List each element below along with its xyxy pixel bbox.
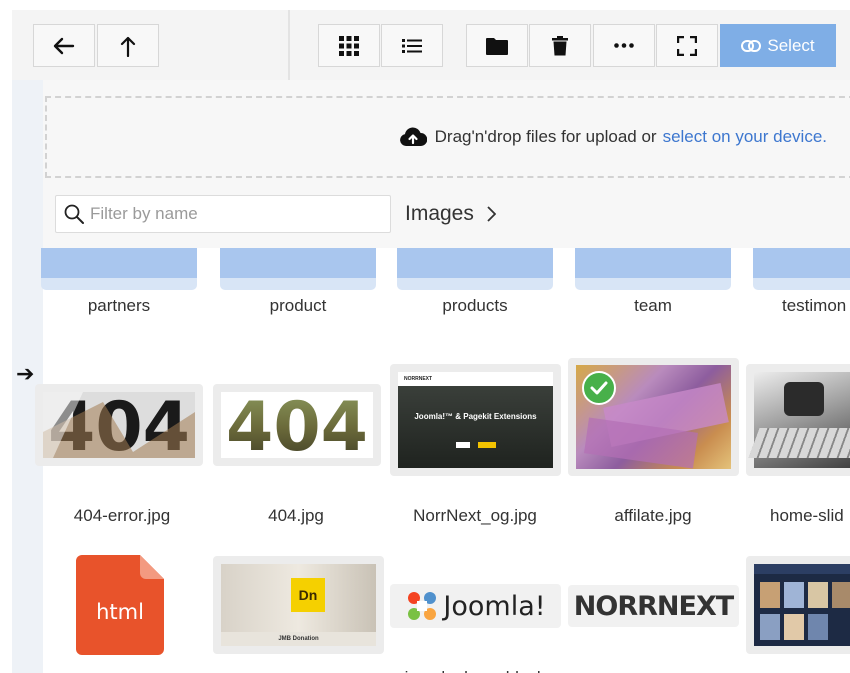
image-tile[interactable]: NORRNEXT Joomla!™ & Pagekit Extensions	[390, 364, 561, 476]
select-button-label: Select	[767, 35, 815, 55]
folder-tile[interactable]	[41, 248, 197, 302]
back-button[interactable]	[33, 24, 95, 67]
media-manager: Select Drag'n'drop files for upload or s…	[12, 10, 850, 673]
filter-box[interactable]	[55, 195, 391, 233]
more-icon	[614, 43, 634, 48]
toolbar-divider	[288, 10, 290, 80]
image-tile[interactable]	[568, 358, 739, 476]
image-thumbnail: Joomla!	[405, 589, 546, 623]
folder-shape	[753, 248, 850, 290]
filter-input[interactable]	[90, 204, 370, 224]
grid-view-button[interactable]	[318, 24, 380, 67]
thumb-caption: JMB Donation	[221, 632, 376, 646]
folder-shape	[397, 248, 553, 290]
thumb-badge: Dn	[291, 578, 325, 612]
search-icon	[64, 204, 84, 224]
image-tile[interactable]: Dn JMB Donation	[213, 556, 384, 654]
image-thumbnail	[748, 372, 850, 468]
image-thumbnail: NORRNEXT Joomla!™ & Pagekit Extensions	[398, 372, 553, 468]
file-type-label: html	[96, 600, 144, 624]
folder-label[interactable]: products	[397, 296, 553, 316]
image-thumbnail: 404	[43, 392, 195, 458]
fullscreen-button[interactable]	[656, 24, 718, 67]
list-view-button[interactable]	[381, 24, 443, 67]
dropzone[interactable]: Drag'n'drop files for upload or select o…	[45, 96, 850, 178]
folder-shape	[575, 248, 731, 290]
select-on-device-link[interactable]: select on your device.	[663, 127, 827, 147]
delete-button[interactable]	[529, 24, 591, 67]
thumb-logo-text: Joomla!	[443, 590, 546, 622]
html-file-icon[interactable]: html	[76, 555, 164, 655]
file-grid: partners product products team testimon …	[16, 248, 850, 673]
new-folder-button[interactable]	[466, 24, 528, 67]
trash-icon	[552, 35, 568, 55]
file-label[interactable]: NorrNext_og.jpg	[390, 506, 560, 526]
list-icon	[402, 38, 422, 53]
file-label[interactable]: home-slid	[743, 506, 850, 526]
image-tile[interactable]: 404	[35, 384, 203, 466]
chevron-right-icon	[487, 206, 496, 222]
thumb-404-text: 404	[226, 392, 368, 458]
folder-tile[interactable]	[575, 248, 731, 302]
file-label[interactable]: norrcompe	[743, 668, 850, 673]
joomla-logo-icon	[408, 592, 437, 620]
breadcrumb[interactable]: Images	[405, 202, 496, 226]
folder-label[interactable]: partners	[41, 296, 197, 316]
breadcrumb-current[interactable]: Images	[405, 202, 474, 226]
thumb-header: NORRNEXT	[398, 372, 553, 386]
image-tile[interactable]	[746, 364, 850, 476]
image-thumbnail	[576, 365, 731, 469]
folder-shape	[220, 248, 376, 290]
folder-shape	[41, 248, 197, 290]
image-tile[interactable]: Joomla!	[390, 584, 561, 628]
folder-icon	[486, 37, 508, 55]
file-label[interactable]: 404-error.jpg	[37, 506, 207, 526]
more-button[interactable]	[593, 24, 655, 67]
folder-tile[interactable]	[397, 248, 553, 302]
file-label[interactable]: affilate.jpg	[568, 506, 738, 526]
folder-label[interactable]: team	[575, 296, 731, 316]
folder-tile[interactable]	[753, 248, 850, 302]
dropzone-text: Drag'n'drop files for upload or	[434, 127, 657, 146]
expand-icon	[677, 35, 697, 56]
image-thumbnail	[754, 564, 850, 646]
file-label[interactable]: 404.jpg	[211, 506, 381, 526]
image-tile[interactable]	[746, 556, 850, 654]
toolbar: Select	[12, 10, 850, 80]
folder-label[interactable]: product	[220, 296, 376, 316]
image-thumbnail: 404	[221, 392, 373, 458]
thumb-logo-text: NORRNEXT	[573, 590, 734, 622]
selected-check-icon	[582, 371, 616, 405]
link-icon	[741, 39, 762, 52]
upload-panel: Drag'n'drop files for upload or select o…	[43, 80, 850, 248]
image-tile[interactable]: NORRNEXT	[568, 585, 739, 627]
up-button[interactable]	[97, 24, 159, 67]
image-tile[interactable]: 404	[213, 384, 381, 466]
arrow-left-icon	[53, 37, 75, 54]
folder-label[interactable]: testimon	[753, 296, 850, 316]
image-thumbnail: Dn JMB Donation	[221, 564, 376, 646]
thumb-title: Joomla!™ & Pagekit Extensions	[414, 412, 537, 421]
arrow-up-icon	[120, 36, 136, 57]
cloud-upload-icon	[399, 127, 427, 146]
select-button[interactable]: Select	[720, 24, 836, 67]
arrow-right-icon: ➔	[16, 361, 35, 386]
folder-tile[interactable]	[220, 248, 376, 302]
grid-icon	[339, 35, 359, 56]
file-label[interactable]: joomla_logo_black	[390, 668, 560, 673]
